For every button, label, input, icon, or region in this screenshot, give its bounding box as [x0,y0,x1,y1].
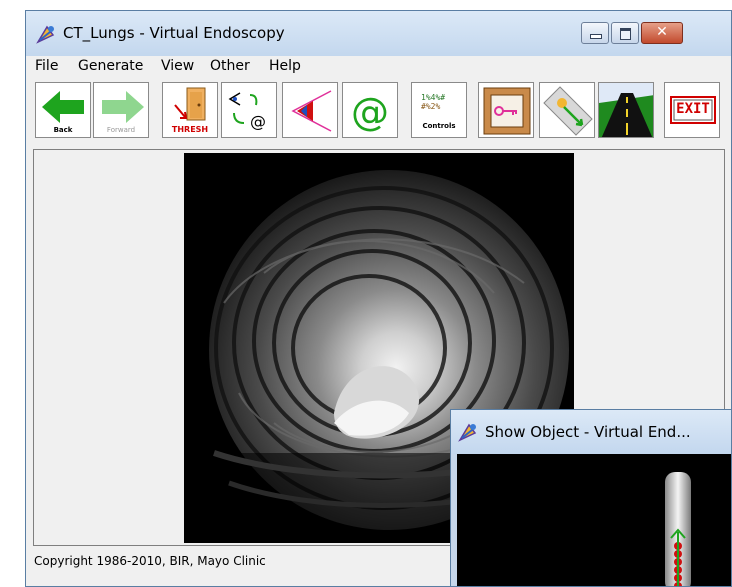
child-window-title: Show Object - Virtual End... [485,423,691,441]
controls-button[interactable]: 1%4%# #%2% Controls [411,82,467,138]
forward-button[interactable]: Forward [93,82,149,138]
minimize-icon [590,34,602,39]
object-render[interactable] [457,454,731,586]
menu-file[interactable]: File [35,58,58,74]
app-icon [458,423,477,442]
svg-text:#%2%: #%2% [421,102,440,111]
exit-label: EXIT [676,101,710,117]
road-icon [599,83,653,137]
child-title-bar[interactable]: Show Object - Virtual End... [451,410,731,454]
key-button[interactable] [478,82,534,138]
close-icon: ✕ [656,24,668,40]
at-sign-icon: @ [351,90,389,134]
tube-path-icon [543,86,593,136]
toolbar: Back Forward THRESH @ @ 1%4%# #%2% Contr… [26,80,731,144]
eye-cone-icon [291,90,332,132]
maximize-button[interactable] [611,22,639,44]
back-button[interactable]: Back [35,82,91,138]
minimize-button[interactable] [581,22,609,44]
menu-view[interactable]: View [161,58,194,74]
window-title: CT_Lungs - Virtual Endoscopy [63,24,285,42]
thresh-label: THRESH [171,125,209,134]
key-frame-icon [483,87,531,135]
svg-text:@: @ [351,90,389,134]
airway-path-render [665,472,691,586]
menu-bar: File Generate View Other Help [26,56,731,78]
forward-label: Forward [106,126,136,134]
eye-at-swap-icon: @ [228,92,266,131]
menu-other[interactable]: Other [210,58,250,74]
back-label: Back [53,126,73,134]
at-button[interactable]: @ [342,82,398,138]
show-object-window[interactable]: Show Object - Virtual End... [450,409,732,587]
controls-label: Controls [422,122,456,130]
svg-text:1%4%#: 1%4%# [421,93,445,102]
road-button[interactable] [598,82,654,138]
view-eye-button[interactable] [282,82,338,138]
maximize-icon [620,28,631,40]
status-text: Copyright 1986-2010, BIR, Mayo Clinic [34,554,266,568]
thresh-button[interactable]: THRESH [162,82,218,138]
svg-text:@: @ [250,112,266,131]
menu-generate[interactable]: Generate [78,58,143,74]
swap-view-button[interactable]: @ [221,82,277,138]
title-bar[interactable]: CT_Lungs - Virtual Endoscopy ✕ [26,11,731,56]
menu-help[interactable]: Help [269,58,301,74]
exit-button[interactable]: EXIT [664,82,720,138]
close-button[interactable]: ✕ [641,22,683,44]
path-navigate-button[interactable] [539,82,595,138]
app-icon [36,25,55,44]
